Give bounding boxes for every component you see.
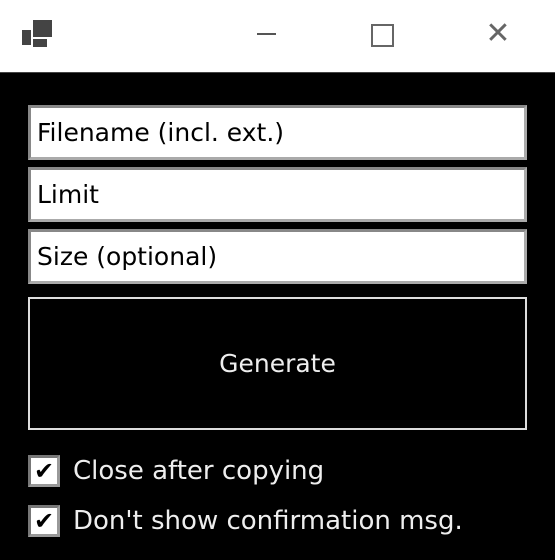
dont-show-confirmation-checkbox[interactable]: ✔ Don't show confirmation msg.	[28, 505, 463, 537]
checkbox-label: Don't show confirmation msg.	[73, 506, 463, 536]
title-bar: ✕	[0, 0, 555, 73]
close-after-copying-checkbox[interactable]: ✔ Close after copying	[28, 455, 324, 487]
checkmark-icon[interactable]: ✔	[28, 455, 60, 487]
maximize-button[interactable]	[357, 14, 403, 54]
size-input[interactable]: Size (optional)	[28, 229, 527, 284]
minimize-button[interactable]	[243, 14, 289, 54]
filename-input[interactable]: Filename (incl. ext.)	[28, 105, 527, 160]
checkmark-icon[interactable]: ✔	[28, 505, 60, 537]
limit-input[interactable]: Limit	[28, 167, 527, 222]
close-button[interactable]: ✕	[475, 14, 521, 54]
close-icon: ✕	[485, 16, 511, 51]
checkbox-label: Close after copying	[73, 456, 325, 486]
app-icon	[22, 20, 52, 48]
generate-button[interactable]: Generate	[28, 297, 527, 430]
